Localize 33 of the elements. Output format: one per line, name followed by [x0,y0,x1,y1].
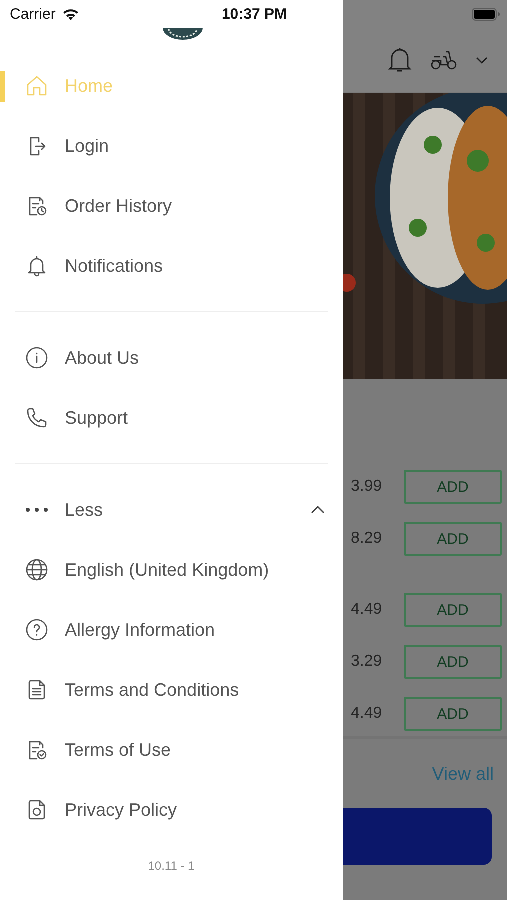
chevron-icon[interactable] [476,56,488,64]
price-label: 4.49 [350,601,384,619]
scooter-icon[interactable] [430,49,458,71]
price-label: 3.99 [350,478,384,496]
menu-item[interactable]: Privacy Policy [0,780,343,840]
clock-time: 10:37 PM [222,6,287,22]
question-icon [25,618,49,642]
menu-item[interactable]: Terms of Use [0,720,343,780]
phone-icon [25,406,49,430]
menu-item[interactable]: Order History [0,176,343,236]
checkout-bar[interactable] [343,808,492,865]
menu-item[interactable]: Allergy Information [0,600,343,660]
version-label: 10.11 - 1 [147,859,196,873]
bell-icon[interactable] [388,46,412,74]
menu-item[interactable]: Login [0,116,343,176]
price-label: 3.29 [350,653,384,671]
logo-drawing [160,28,204,40]
menu-item[interactable]: Support [0,388,343,448]
info-icon [25,346,49,370]
more-dots-icon [25,507,49,513]
carrier-label: Carrier [10,6,56,22]
menu-item[interactable]: Terms and Conditions [0,660,343,720]
wifi-icon [62,8,80,20]
menu-item[interactable]: Notifications [0,236,343,296]
price-label: 4.49 [350,705,384,723]
price-label: 8.29 [350,530,384,548]
home-icon [25,74,49,98]
less-toggle[interactable]: Less [0,480,343,540]
battery-icon [472,8,500,20]
menu-item[interactable]: English (United Kingdom) [0,540,343,600]
chevron-icon [311,506,325,514]
globe-icon [25,558,49,582]
menu-item[interactable]: About Us [0,328,343,388]
